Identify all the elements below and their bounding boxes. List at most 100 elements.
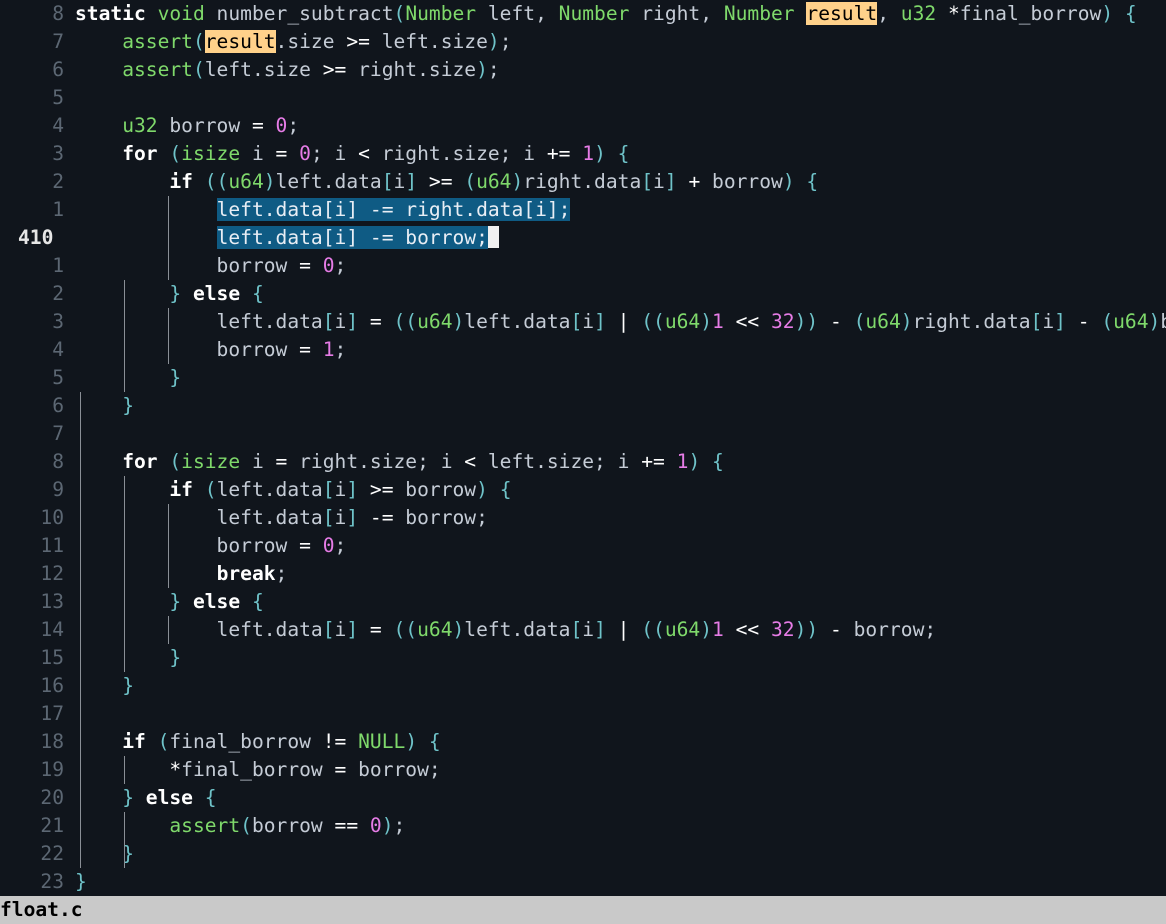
code-line[interactable]: 1 left.data[i] -= right.data[i]; bbox=[0, 196, 1166, 224]
code-line[interactable]: 8 for (isize i = right.size; i < left.si… bbox=[0, 448, 1166, 476]
code-token: left.data bbox=[75, 618, 323, 641]
code-token: 0 bbox=[322, 254, 335, 277]
code-line[interactable]: 4 u32 borrow = 0; bbox=[0, 112, 1166, 140]
file-name-label: float.c bbox=[0, 898, 83, 921]
line-code: borrow = 0; bbox=[75, 252, 347, 280]
line-code: if ((u64)left.data[i] >= (u64)right.data… bbox=[75, 168, 818, 196]
code-token: ( bbox=[464, 170, 477, 193]
code-line[interactable]: 8 static void number_subtract(Number left… bbox=[0, 0, 1166, 28]
code-token: i bbox=[240, 450, 276, 473]
code-token: left.data bbox=[464, 618, 571, 641]
line-number: 2 bbox=[52, 170, 64, 193]
code-editor[interactable]: 8 static void number_subtract(Number left… bbox=[0, 0, 1166, 896]
code-token: { bbox=[617, 142, 630, 165]
code-line[interactable]: 7 assert(result.size >= left.size); bbox=[0, 28, 1166, 56]
code-line[interactable]: 9 if (left.data[i] >= borrow) { bbox=[0, 476, 1166, 504]
code-token: = bbox=[275, 142, 288, 165]
code-line[interactable]: 1 borrow = 0; bbox=[0, 252, 1166, 280]
code-line[interactable]: 14 left.data[i] = ((u64)left.data[i] | (… bbox=[0, 616, 1166, 644]
indent-guide bbox=[80, 728, 81, 756]
code-token: [ bbox=[570, 618, 583, 641]
indent-guide bbox=[168, 252, 169, 280]
code-token: left.data bbox=[275, 170, 382, 193]
code-line[interactable]: 22 } bbox=[0, 840, 1166, 868]
line-code: } bbox=[75, 364, 181, 392]
code-token: { bbox=[712, 450, 724, 473]
code-token: borrow bbox=[75, 534, 300, 557]
code-line[interactable]: 15 } bbox=[0, 644, 1166, 672]
line-code: left.data[i] -= borrow; bbox=[75, 504, 488, 532]
code-token: for bbox=[122, 450, 158, 473]
code-token: if bbox=[169, 478, 193, 501]
code-line[interactable]: 2 if ((u64)left.data[i] >= (u64)right.da… bbox=[0, 168, 1166, 196]
code-token: (( bbox=[641, 618, 665, 641]
code-line[interactable]: 410 left.data[i] -= borrow; bbox=[0, 224, 1166, 252]
code-line[interactable]: 10 left.data[i] -= borrow; bbox=[0, 504, 1166, 532]
code-line[interactable]: 6 } bbox=[0, 392, 1166, 420]
indent-guide bbox=[80, 476, 81, 504]
code-token: i bbox=[582, 310, 595, 333]
code-line[interactable]: 16 } bbox=[0, 672, 1166, 700]
code-line[interactable]: 7 bbox=[0, 420, 1166, 448]
code-token: ( bbox=[240, 814, 252, 837]
code-token: borrow bbox=[251, 814, 335, 837]
code-token: ) bbox=[782, 170, 795, 193]
code-token: i bbox=[334, 310, 347, 333]
code-token: left.data bbox=[464, 310, 571, 333]
code-line[interactable]: 6 assert(left.size >= right.size); bbox=[0, 56, 1166, 84]
code-token: u32 bbox=[122, 114, 158, 137]
code-token: isize bbox=[181, 450, 241, 473]
line-code: borrow = 0; bbox=[75, 532, 347, 560]
indent-guide bbox=[80, 672, 81, 700]
code-token: [ bbox=[322, 506, 335, 529]
code-token: i bbox=[334, 618, 347, 641]
code-line[interactable]: 3 for (isize i = 0; i < right.size; i +=… bbox=[0, 140, 1166, 168]
code-token: borrow; bbox=[393, 506, 488, 529]
line-code: } bbox=[75, 672, 134, 700]
line-code: left.data[i] -= borrow; bbox=[75, 224, 499, 252]
code-token: borrow bbox=[700, 170, 783, 193]
code-line[interactable]: 11 borrow = 0; bbox=[0, 532, 1166, 560]
indent-guide bbox=[124, 532, 125, 560]
code-line[interactable]: 20 } else { bbox=[0, 784, 1166, 812]
code-token: for bbox=[122, 142, 158, 165]
code-token: borrow bbox=[157, 114, 252, 137]
code-token: { bbox=[428, 730, 441, 753]
code-line[interactable]: 3 left.data[i] = ((u64)left.data[i] | ((… bbox=[0, 308, 1166, 336]
code-token: ) bbox=[700, 310, 713, 333]
code-line[interactable]: 5 bbox=[0, 84, 1166, 112]
code-token: } bbox=[122, 674, 134, 697]
code-token: , bbox=[877, 2, 901, 25]
indent-guide bbox=[124, 840, 125, 868]
code-token: ; bbox=[393, 814, 406, 837]
code-line[interactable]: 4 borrow = 1; bbox=[0, 336, 1166, 364]
code-line[interactable]: 17 bbox=[0, 700, 1166, 728]
code-line[interactable]: 2 } else { bbox=[0, 280, 1166, 308]
line-number: 3 bbox=[52, 142, 64, 165]
code-line[interactable]: 21 assert(borrow == 0); bbox=[0, 812, 1166, 840]
code-token: static bbox=[75, 2, 146, 25]
code-line[interactable]: 19 *final_borrow = borrow; bbox=[0, 756, 1166, 784]
code-line[interactable]: 23} bbox=[0, 868, 1166, 896]
code-token: ( bbox=[393, 2, 406, 25]
code-line[interactable]: 12 break; bbox=[0, 560, 1166, 588]
code-line[interactable]: 5 } bbox=[0, 364, 1166, 392]
indent-guide bbox=[124, 280, 125, 308]
code-token: 32 bbox=[771, 618, 795, 641]
code-line[interactable]: 18 if (final_borrow != NULL) { bbox=[0, 728, 1166, 756]
code-line[interactable]: 13 } else { bbox=[0, 588, 1166, 616]
line-number: 3 bbox=[52, 310, 64, 333]
